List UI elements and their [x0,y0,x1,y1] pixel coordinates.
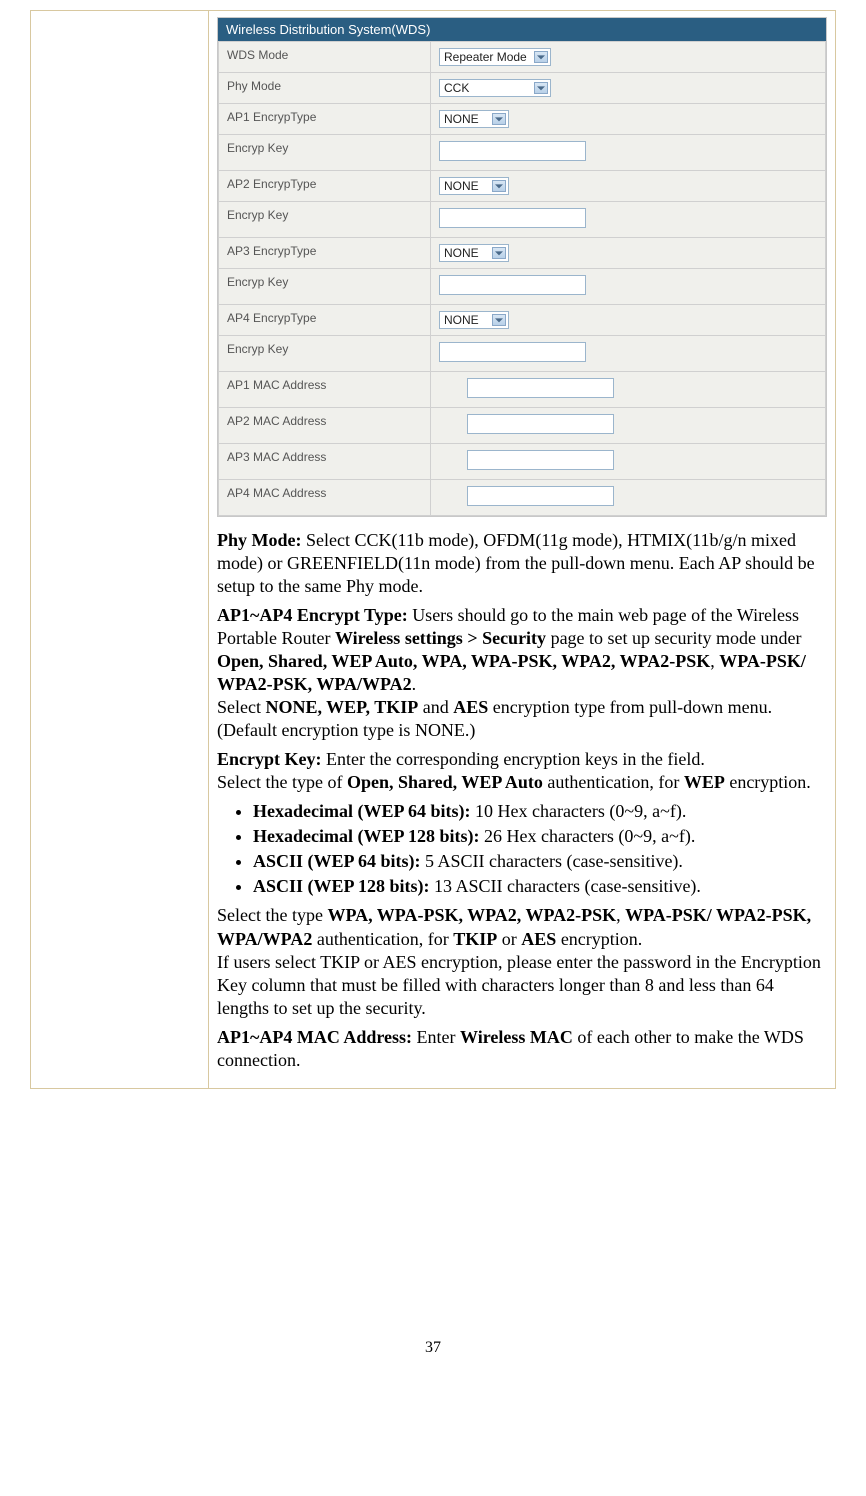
table-row: AP4 EncrypType NONE [219,305,826,336]
field-label: AP3 MAC Address [219,444,431,480]
table-row: AP3 EncrypType NONE [219,238,826,269]
field-label: AP2 EncrypType [219,171,431,202]
field-value: NONE [431,305,826,336]
chevron-down-icon [495,184,503,188]
page-number: 37 [30,1339,836,1357]
field-label: AP2 MAC Address [219,408,431,444]
list-item: Hexadecimal (WEP 128 bits): 26 Hex chara… [253,825,827,848]
doc-table: Wireless Distribution System(WDS) WDS Mo… [30,10,836,1089]
select-dropdown[interactable]: NONE [439,244,509,262]
select-dropdown[interactable]: NONE [439,110,509,128]
select-dropdown[interactable]: NONE [439,177,509,195]
encrypt-type-label: AP1~AP4 Encrypt Type: [217,605,408,625]
encrypt-key-input[interactable] [439,141,586,161]
mac-address-input[interactable] [467,486,614,506]
field-label: Phy Mode [219,73,431,104]
table-row: Phy Mode CCK [219,73,826,104]
wep-bullets: Hexadecimal (WEP 64 bits): 10 Hex charac… [217,800,827,898]
field-label: WDS Mode [219,42,431,73]
field-value [431,444,826,480]
encrypt-key-input[interactable] [439,342,586,362]
table-row: WDS Mode Repeater Mode [219,42,826,73]
phy-mode-label: Phy Mode: [217,530,302,550]
field-value: NONE [431,104,826,135]
field-value: NONE [431,238,826,269]
field-label: AP4 EncrypType [219,305,431,336]
field-label: Encryp Key [219,269,431,305]
table-row: AP4 MAC Address [219,480,826,516]
chevron-down-icon [537,55,545,59]
field-value [431,336,826,372]
encrypt-key-input[interactable] [439,208,586,228]
mac-address-input[interactable] [467,378,614,398]
chevron-down-icon [495,117,503,121]
description-content: Phy Mode: Select CCK(11b mode), OFDM(11g… [217,529,827,1072]
field-value: Repeater Mode [431,42,826,73]
chevron-down-icon [495,251,503,255]
table-row: Encryp Key [219,202,826,238]
table-row: AP1 EncrypType NONE [219,104,826,135]
select-dropdown[interactable]: Repeater Mode [439,48,551,66]
field-value [431,480,826,516]
field-value [431,269,826,305]
mac-address-label: AP1~AP4 MAC Address: [217,1027,412,1047]
wds-panel-title: Wireless Distribution System(WDS) [218,18,826,41]
chevron-down-icon [495,318,503,322]
field-value: CCK [431,73,826,104]
encrypt-key-input[interactable] [439,275,586,295]
field-value: NONE [431,171,826,202]
encrypt-key-label: Encrypt Key: [217,749,321,769]
table-row: Encryp Key [219,269,826,305]
field-label: Encryp Key [219,336,431,372]
select-dropdown[interactable]: NONE [439,311,509,329]
field-label: AP3 EncrypType [219,238,431,269]
field-value [431,135,826,171]
field-label: AP1 MAC Address [219,372,431,408]
table-row: Encryp Key [219,336,826,372]
list-item: Hexadecimal (WEP 64 bits): 10 Hex charac… [253,800,827,823]
wds-settings-table: WDS Mode Repeater Mode Phy Mode CCK AP1 Encr… [218,41,826,516]
table-row: AP3 MAC Address [219,444,826,480]
field-value [431,408,826,444]
field-value [431,372,826,408]
chevron-down-icon [537,86,545,90]
wds-panel: Wireless Distribution System(WDS) WDS Mo… [217,17,827,517]
field-label: AP1 EncrypType [219,104,431,135]
select-dropdown[interactable]: CCK [439,79,551,97]
table-row: AP2 EncrypType NONE [219,171,826,202]
field-label: Encryp Key [219,202,431,238]
field-label: AP4 MAC Address [219,480,431,516]
mac-address-input[interactable] [467,414,614,434]
table-row: AP2 MAC Address [219,408,826,444]
list-item: ASCII (WEP 128 bits): 13 ASCII character… [253,875,827,898]
field-value [431,202,826,238]
left-column [31,11,209,1089]
table-row: Encryp Key [219,135,826,171]
mac-address-input[interactable] [467,450,614,470]
list-item: ASCII (WEP 64 bits): 5 ASCII characters … [253,850,827,873]
field-label: Encryp Key [219,135,431,171]
table-row: AP1 MAC Address [219,372,826,408]
right-column: Wireless Distribution System(WDS) WDS Mo… [209,11,836,1089]
